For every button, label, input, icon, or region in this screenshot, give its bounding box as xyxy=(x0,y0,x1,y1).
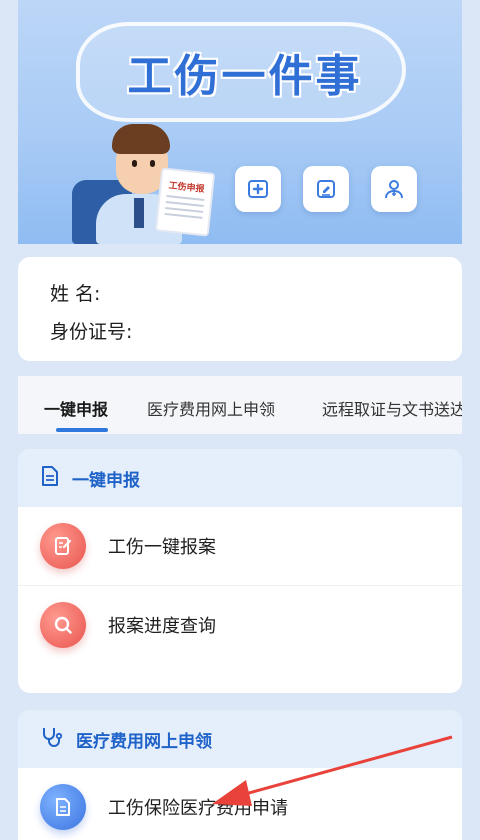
hair xyxy=(112,124,170,154)
tie xyxy=(134,198,144,228)
tab-bar: 一键申报 医疗费用网上申领 远程取证与文书送达 xyxy=(18,376,462,434)
eye xyxy=(132,160,137,167)
tab-medical-expense-online[interactable]: 医疗费用网上申领 xyxy=(147,396,275,420)
office-worker-illustration: 工伤申报 xyxy=(72,112,216,244)
edit-document-icon[interactable] xyxy=(303,166,349,212)
item-label: 报案进度查询 xyxy=(108,615,216,637)
item-label: 工伤一键报案 xyxy=(108,537,216,558)
report-icon xyxy=(40,523,86,569)
document-icon xyxy=(40,784,86,830)
item-label: 工伤保险医疗费用申请 xyxy=(108,798,288,819)
section-title: 一键申报 xyxy=(72,470,140,491)
document-icon xyxy=(40,465,60,491)
clipboard: 工伤申报 xyxy=(154,167,216,237)
doctor-icon[interactable] xyxy=(371,166,417,212)
section-header: 医疗费用网上申领 xyxy=(18,710,462,768)
stethoscope-icon xyxy=(40,726,64,752)
section-one-click-report: 一键申报 工伤一键报案 报案进度查询 xyxy=(18,449,462,693)
tab-one-click-report[interactable]: 一键申报 xyxy=(44,396,108,420)
tab-remote-evidence[interactable]: 远程取证与文书送达 xyxy=(322,396,462,420)
id-number-label: 身份证号: xyxy=(50,321,133,343)
banner: 工伤一件事 工伤申报 xyxy=(18,0,462,244)
clipboard-text: 工伤申报 xyxy=(168,181,205,195)
list-item-progress-query[interactable]: 报案进度查询 xyxy=(18,585,462,663)
section-medical-expense: 医疗费用网上申领 工伤保险医疗费用申请 xyxy=(18,710,462,840)
list-item-one-click-case[interactable]: 工伤一键报案 xyxy=(18,507,462,585)
section-header: 一键申报 xyxy=(18,449,462,507)
name-label: 姓 名: xyxy=(50,283,101,305)
active-tab-indicator xyxy=(56,428,108,432)
search-icon xyxy=(40,601,86,648)
medical-cross-icon[interactable] xyxy=(235,166,281,212)
page: 工伤一件事 工伤申报 姓 名: 身份证号: 一键申报 医疗费用网上申领 远程取证… xyxy=(0,0,480,840)
list-item-medical-expense-application[interactable]: 工伤保险医疗费用申请 xyxy=(18,768,462,840)
user-info-card: 姓 名: 身份证号: xyxy=(18,257,462,361)
eye xyxy=(150,160,155,167)
banner-title: 工伤一件事 xyxy=(127,51,363,102)
section-title: 医疗费用网上申领 xyxy=(76,731,212,752)
